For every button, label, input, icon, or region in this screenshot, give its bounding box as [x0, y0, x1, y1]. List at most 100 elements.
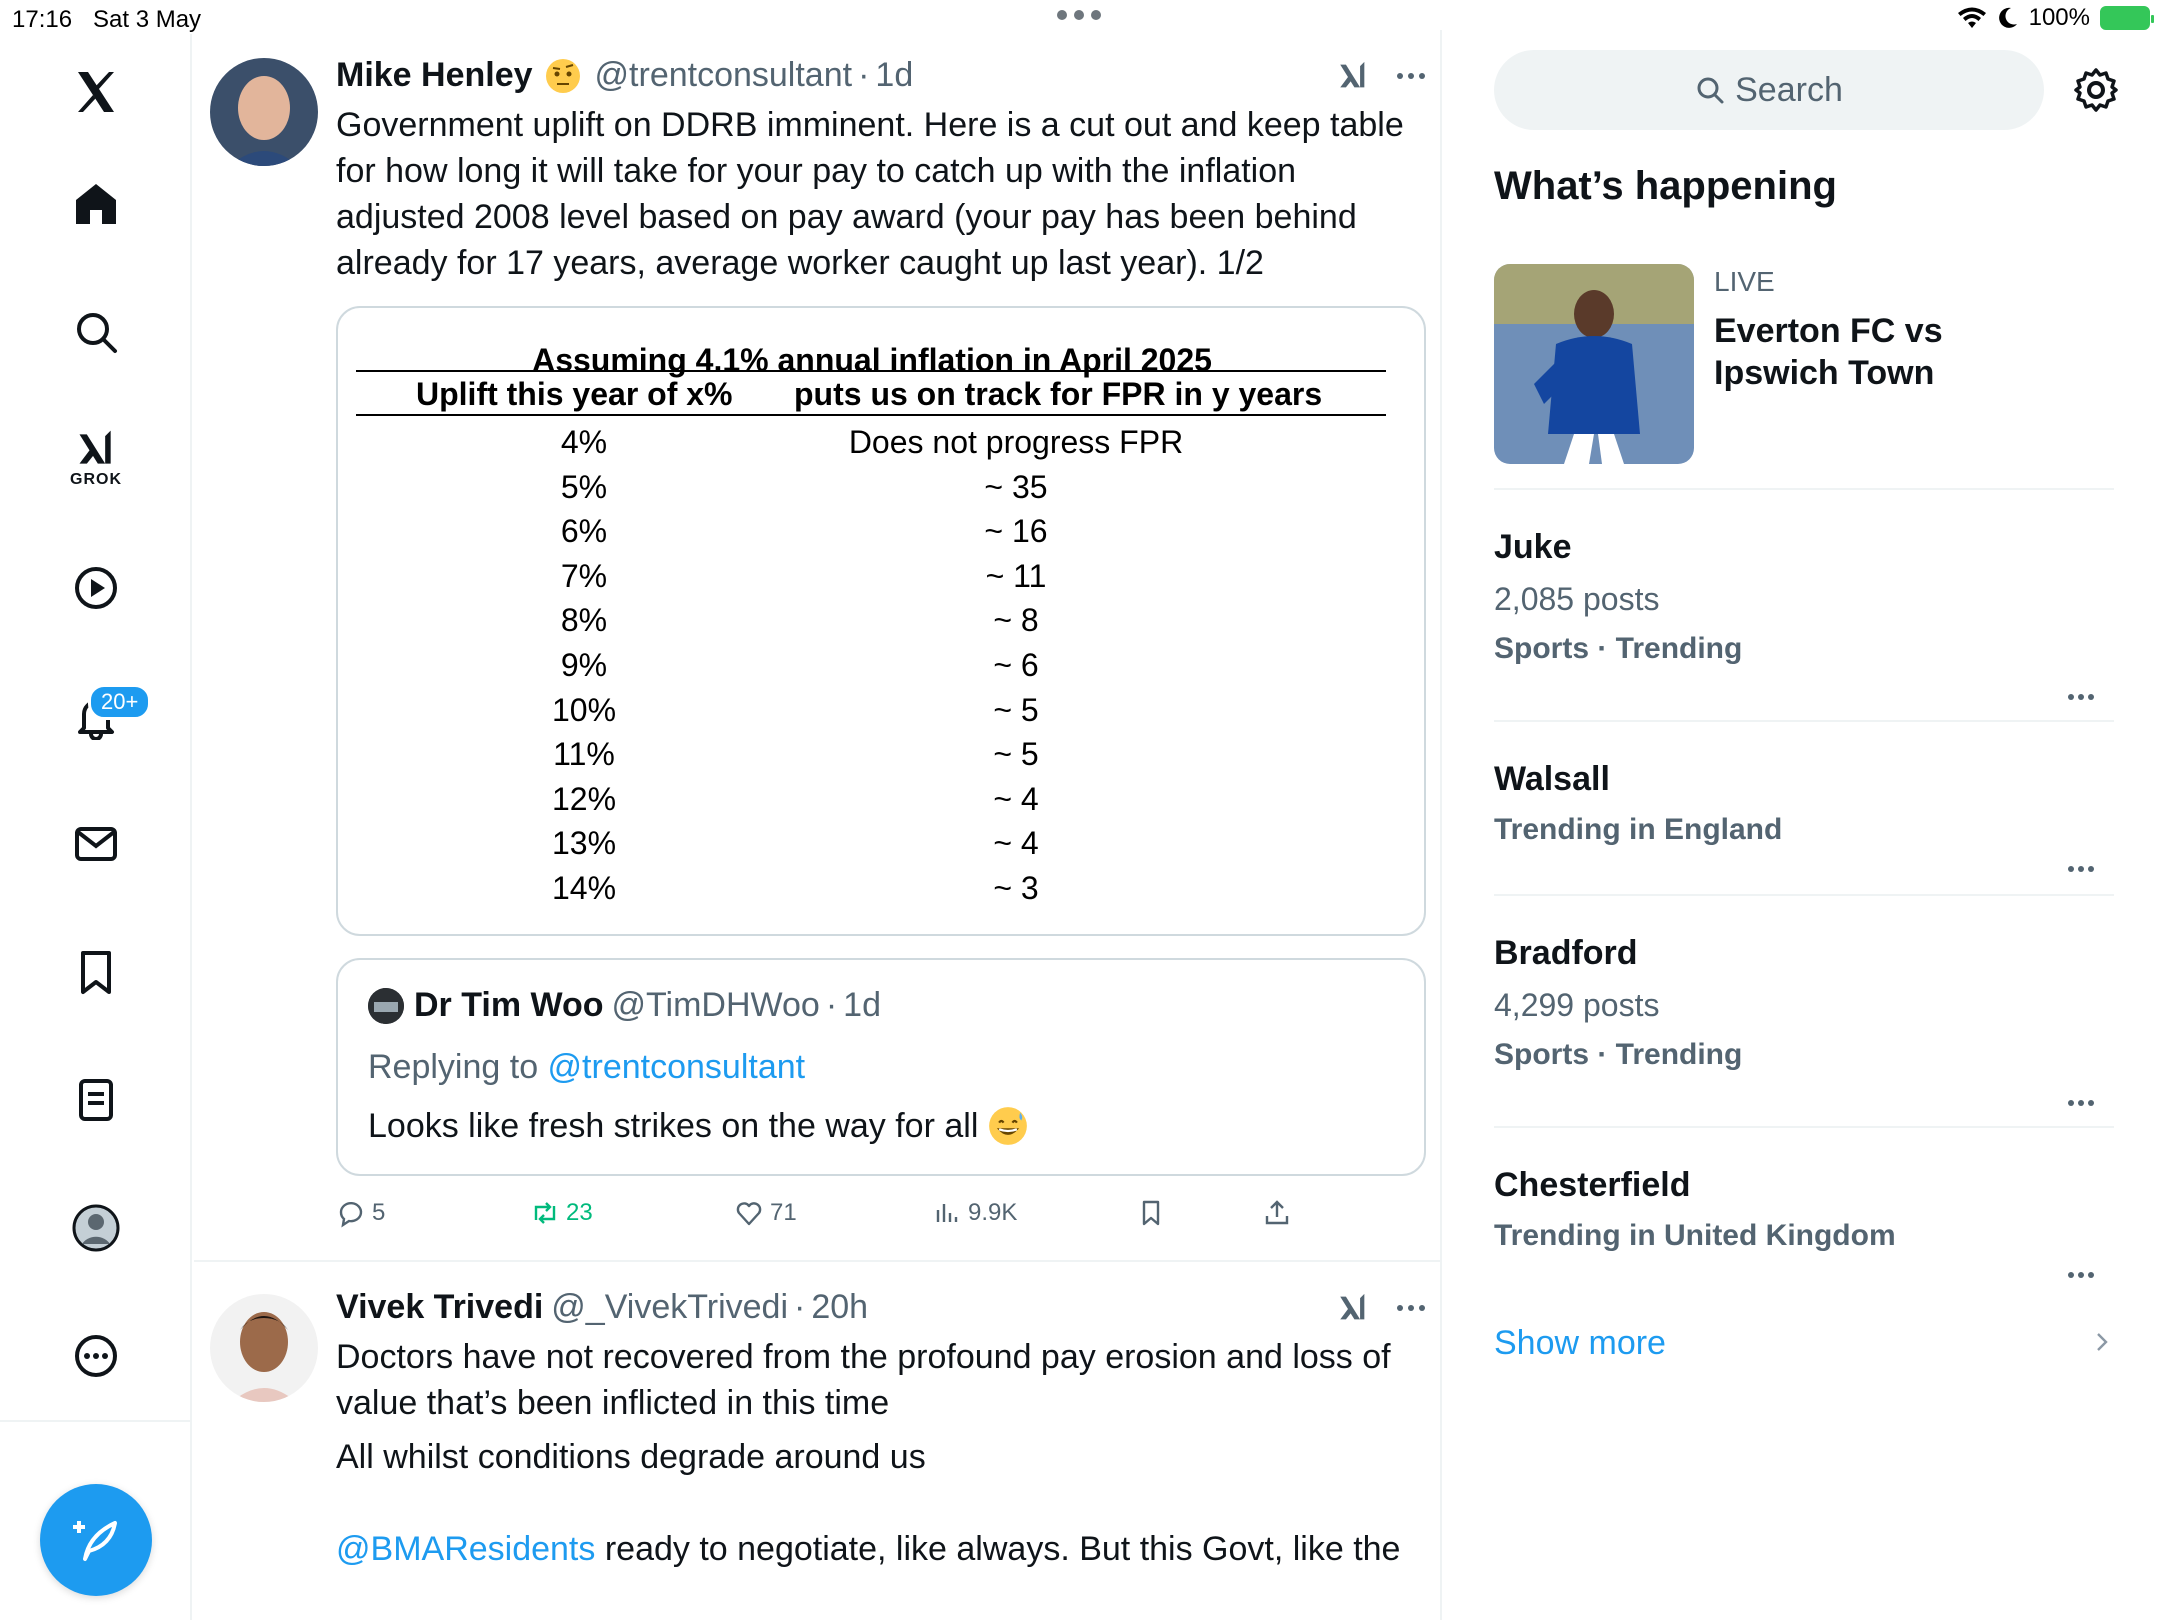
avatar[interactable] [210, 1294, 318, 1402]
compose-button[interactable] [40, 1484, 152, 1596]
grok-icon[interactable] [1336, 59, 1370, 93]
wifi-icon [1957, 7, 1986, 28]
separator: · [794, 1288, 806, 1326]
post-text: All whilst conditions degrade around us [336, 1438, 926, 1476]
trend-category: Trending in England [1494, 813, 1783, 846]
quote-author-handle: @TimDHWoo [611, 986, 820, 1024]
avatar[interactable] [210, 58, 318, 166]
author-name[interactable]: Mike Henley [336, 56, 533, 95]
search-input[interactable]: Search [1494, 50, 2044, 130]
grok-icon[interactable] [1336, 1291, 1370, 1325]
live-event-image [1494, 264, 1694, 464]
trend-item[interactable]: Juke 2,085 posts Sports · Trending [1494, 528, 2114, 700]
trend-more-icon[interactable] [2068, 866, 2098, 872]
multitasking-dots-icon[interactable] [1057, 10, 1101, 20]
table-cell-uplift: 9% [560, 647, 608, 683]
views-button[interactable]: 9.9K [932, 1198, 1017, 1228]
live-event-card[interactable]: LIVE Everton FC vs Ipswich Town [1494, 264, 2114, 464]
table-cell-uplift: 13% [551, 825, 617, 862]
whats-happening-title: What’s happening [1494, 164, 1837, 208]
trend-posts: 4,299 posts [1494, 987, 1660, 1023]
reply-button[interactable]: 5 [336, 1198, 385, 1228]
x-logo-icon[interactable] [46, 52, 146, 132]
replying-to: Replying to @trentconsultant [368, 1048, 805, 1087]
table-rule [356, 370, 1386, 372]
profile-icon[interactable] [46, 1188, 146, 1268]
table-cell-uplift: 12% [551, 780, 617, 817]
share-icon [1265, 1200, 1289, 1225]
trend-more-icon[interactable] [2068, 1272, 2098, 1278]
table-row: 4% Does not progress FPR [356, 424, 1386, 468]
compose-icon [73, 1521, 117, 1561]
reply-icon [339, 1201, 363, 1228]
search-placeholder: Search [1735, 70, 1843, 109]
replying-to-link[interactable]: @trentconsultant [548, 1048, 806, 1086]
trend-more-icon[interactable] [2068, 1100, 2098, 1106]
trend-more-icon[interactable] [2068, 694, 2098, 700]
grok-icon[interactable]: GROK [46, 418, 146, 498]
post-text: Doctors have not recovered from the prof… [336, 1338, 1391, 1422]
table-col-2: puts us on track for FPR in y years [794, 376, 1323, 412]
more-icon[interactable] [46, 1316, 146, 1396]
post-time[interactable]: 1d [875, 56, 913, 95]
post[interactable]: Mike Henley @trentconsultant · 1d Govern… [194, 30, 1442, 1262]
table-rule [356, 414, 1386, 416]
list-icon[interactable] [46, 1060, 146, 1140]
bookmark-icon[interactable] [46, 932, 146, 1012]
live-event-title: Everton FC vs Ipswich Town [1714, 312, 1943, 392]
table-cell-years: ~ 5 [993, 691, 1039, 728]
home-icon[interactable] [46, 164, 146, 244]
search-icon[interactable] [46, 292, 146, 372]
show-more-link[interactable]: Show more [1494, 1324, 1666, 1363]
table-cell-years: ~ 3 [993, 870, 1039, 906]
nav-divider [0, 1420, 192, 1422]
repost-button[interactable]: 23 [530, 1198, 593, 1228]
table-row: 7% ~ 11 [356, 558, 1386, 602]
trend-item[interactable]: Walsall Trending in England [1494, 760, 2114, 872]
trend-item[interactable]: Bradford 4,299 posts Sports · Trending [1494, 934, 2114, 1106]
post-text: Government uplift on DDRB imminent. Here… [336, 106, 1404, 282]
table-cell-years: ~ 8 [993, 602, 1039, 639]
table-cell-years: ~ 11 [985, 557, 1047, 594]
grinning-sweat-emoji-icon [989, 1107, 1028, 1145]
table-cell-uplift: 5% [560, 468, 608, 505]
post-image-table[interactable]: Assuming 4.1% annual inflation in April … [336, 306, 1426, 936]
battery-percent: 100% [2028, 4, 2090, 31]
table-cell-years: Does not progress FPR [848, 424, 1184, 460]
table-row: 10% ~ 5 [356, 692, 1386, 736]
bookmark-button[interactable] [1136, 1198, 1166, 1228]
more-options-icon[interactable] [1396, 1303, 1426, 1313]
mail-icon[interactable] [46, 804, 146, 884]
video-icon[interactable] [46, 548, 146, 628]
table-cell-uplift: 10% [551, 691, 617, 728]
table-row: 13% ~ 4 [356, 825, 1386, 869]
table-row: 14% ~ 3 [356, 870, 1386, 914]
battery-icon [2100, 6, 2154, 30]
trend-name: Walsall [1494, 760, 1610, 798]
quoted-post[interactable]: Dr Tim Woo @TimDHWoo · 1d Replying to @t… [336, 958, 1426, 1176]
post[interactable]: Vivek Trivedi @_VivekTrivedi · 20h Docto… [194, 1264, 1442, 1620]
table-cell-years: ~ 16 [984, 513, 1048, 550]
chevron-right-icon[interactable] [2090, 1330, 2114, 1354]
more-options-icon[interactable] [1396, 71, 1426, 81]
gear-icon[interactable] [2072, 66, 2120, 114]
divider [1494, 1126, 2114, 1128]
moon-icon [1998, 7, 2017, 28]
table-cell-uplift: 11% [553, 736, 615, 773]
mention-link[interactable]: @BMAResidents [336, 1530, 595, 1568]
author-handle[interactable]: @trentconsultant [595, 56, 853, 95]
status-time: 17:16 [12, 6, 73, 33]
share-button[interactable] [1262, 1198, 1292, 1228]
table-cell-uplift: 8% [560, 602, 608, 639]
trend-category: Trending in United Kingdom [1494, 1219, 1896, 1252]
live-label: LIVE [1714, 266, 1775, 297]
table-row: 8% ~ 8 [356, 602, 1386, 646]
table-col-1: Uplift this year of x% [416, 376, 733, 412]
like-button[interactable]: 71 [734, 1198, 797, 1228]
post-time[interactable]: 20h [811, 1288, 868, 1327]
trend-item[interactable]: Chesterfield Trending in United Kingdom [1494, 1166, 2114, 1278]
author-name[interactable]: Vivek Trivedi [336, 1288, 543, 1327]
author-handle[interactable]: @_VivekTrivedi [551, 1288, 788, 1327]
repost-count: 23 [566, 1199, 593, 1226]
views-count: 9.9K [968, 1199, 1018, 1226]
